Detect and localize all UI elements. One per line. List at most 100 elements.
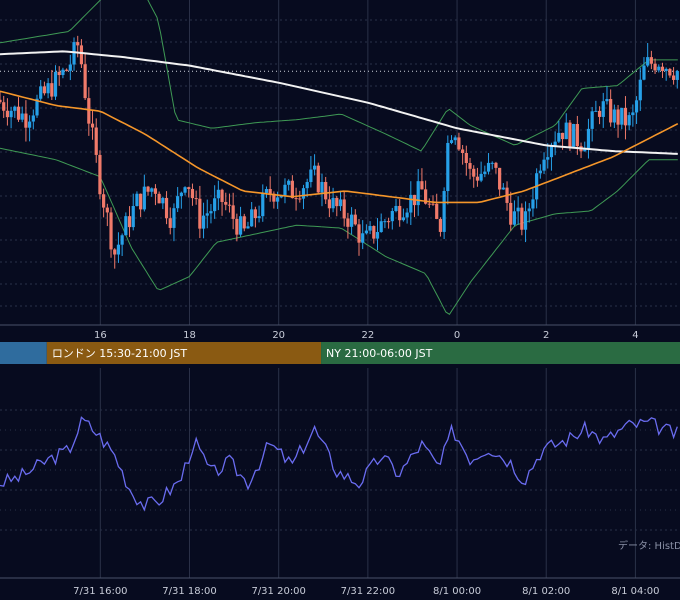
x-tick-label: 7/31 18:00 <box>162 586 216 597</box>
candle-body <box>631 112 635 116</box>
candle-body <box>601 101 605 117</box>
candle-body <box>46 83 50 94</box>
oscillator-panel-x-ticks: 7/31 16:00 7/31 18:00 7/31 20:00 7/31 22:00… <box>73 586 659 597</box>
candle-body <box>431 203 435 205</box>
candle-body <box>238 216 243 235</box>
candle-body <box>179 192 183 197</box>
candle-body <box>479 173 483 181</box>
candle-body <box>512 211 517 225</box>
x-tick-label: 0 <box>454 330 460 341</box>
candle-body <box>653 63 657 71</box>
x-tick-label: 18 <box>183 330 196 341</box>
candle-body <box>457 137 461 150</box>
bollinger-bands <box>0 0 678 315</box>
candle-body <box>383 221 387 223</box>
candle-body <box>309 169 313 183</box>
candle-body <box>53 71 58 97</box>
candle-body <box>187 187 191 189</box>
x-tick-label: 7/31 16:00 <box>73 586 127 597</box>
candle-body <box>338 199 343 207</box>
candle-body <box>9 110 13 118</box>
x-tick-label: 22 <box>362 330 375 341</box>
candle-body <box>671 75 676 80</box>
candle-body <box>546 157 550 160</box>
session-label: ロンドン 15:30-21:00 JST <box>52 347 188 360</box>
candle-body <box>24 113 28 128</box>
candle-body <box>98 154 102 195</box>
bollinger-lower-line <box>0 147 678 315</box>
x-tick-label: 8/1 02:00 <box>522 586 570 597</box>
candle-body <box>324 181 328 200</box>
candle-body <box>20 113 24 120</box>
oscillator-line <box>0 416 678 512</box>
candle-body <box>198 198 202 229</box>
candle-body <box>368 226 372 231</box>
candle-body <box>572 124 576 147</box>
candle-body <box>298 198 302 200</box>
candle-body <box>87 98 91 124</box>
candle-body <box>657 66 661 71</box>
candle-body <box>42 86 47 94</box>
candle-body <box>612 109 616 123</box>
candle-body <box>594 110 598 112</box>
candle-body <box>586 128 591 149</box>
candle-body <box>161 197 165 204</box>
candle-body <box>498 167 502 190</box>
candle-body <box>253 209 257 219</box>
candle-body <box>150 188 154 192</box>
candle-body <box>394 205 398 212</box>
x-tick-label: 2 <box>543 330 549 341</box>
candle-body <box>486 162 491 172</box>
candle-body <box>227 204 232 206</box>
candle-body <box>560 132 565 140</box>
candle-body <box>201 215 206 229</box>
x-tick-label: 7/31 20:00 <box>251 586 305 597</box>
candle-body <box>5 110 10 118</box>
candle-body <box>76 42 80 46</box>
candle-body <box>216 189 220 199</box>
session-block <box>0 342 47 364</box>
candle-body <box>250 209 254 227</box>
candle-body <box>509 202 513 225</box>
candle-body <box>357 224 361 243</box>
candle-body <box>387 221 391 223</box>
x-tick-label: 8/1 04:00 <box>611 586 659 597</box>
price-panel-x-ticks: 16 18 20 22 0 2 4 <box>94 330 639 341</box>
price-panel <box>0 0 679 315</box>
candle-body <box>65 69 69 71</box>
candle-body <box>638 79 642 101</box>
candle-body <box>205 213 209 216</box>
candle-body <box>79 45 84 65</box>
candle-body <box>409 194 413 213</box>
candle-body <box>102 194 106 208</box>
candle-body <box>275 197 280 202</box>
candle-body <box>538 170 542 174</box>
candle-body <box>124 216 128 236</box>
candle-body <box>131 206 135 228</box>
candle-body <box>623 107 628 126</box>
candle-body <box>375 232 380 239</box>
candle-body <box>346 218 350 227</box>
price-panel-grid <box>0 0 680 325</box>
candle-body <box>139 193 143 210</box>
candle-body <box>224 201 228 205</box>
candle-body <box>642 65 646 80</box>
candle-body <box>634 100 639 113</box>
candle-body <box>664 68 668 71</box>
candle-body <box>501 187 505 190</box>
candle-body <box>209 211 213 214</box>
candle-body <box>327 199 331 209</box>
candle-body <box>90 123 95 128</box>
candle-body <box>83 64 87 99</box>
candle-body <box>575 124 579 147</box>
candle-body <box>475 176 480 181</box>
candle-body <box>468 163 472 169</box>
candle-body <box>675 71 679 80</box>
candle-body <box>194 198 198 200</box>
candle-body <box>379 221 383 233</box>
candle-body <box>349 214 354 227</box>
candle-body <box>627 115 631 126</box>
candle-body <box>342 199 346 219</box>
candle-body <box>564 122 568 140</box>
candle-body <box>68 64 72 71</box>
